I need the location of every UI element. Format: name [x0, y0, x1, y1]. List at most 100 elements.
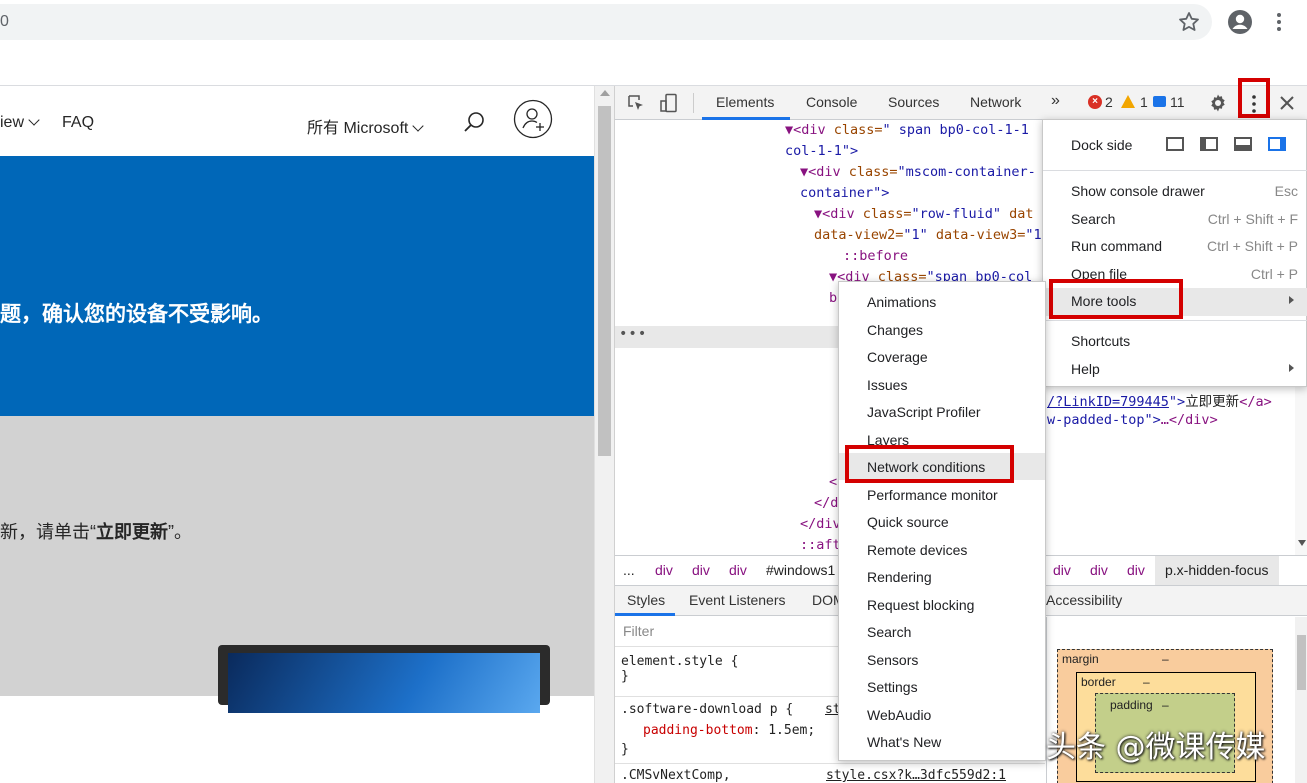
tab-elements[interactable]: Elements — [716, 94, 774, 110]
submenu-item-label: Request blocking — [867, 597, 975, 613]
page-scrollbar[interactable] — [594, 86, 614, 783]
submenu-item-animations[interactable]: Animations — [839, 289, 1045, 316]
css-rule-element-style[interactable]: element.style { } — [621, 654, 738, 684]
info-count[interactable]: 11 — [1170, 94, 1185, 110]
page-scroll-thumb[interactable] — [598, 106, 611, 456]
account-icon[interactable] — [1227, 9, 1253, 35]
tree-node[interactable]: w-padded-top">…</div> — [1047, 412, 1218, 428]
css-rule-divider — [615, 763, 1045, 764]
menu-item-run-command[interactable]: Run command Ctrl + Shift + P — [1043, 233, 1307, 260]
breadcrumb-item[interactable]: div — [692, 562, 710, 578]
dock-undock-icon[interactable] — [1166, 137, 1184, 151]
submenu-item-performance-monitor[interactable]: Performance monitor — [839, 482, 1045, 509]
box-model-margin-value[interactable]: – — [1162, 652, 1169, 666]
tree-pseudo-before[interactable]: ::before — [843, 248, 908, 264]
submenu-item-settings[interactable]: Settings — [839, 674, 1045, 701]
tree-node-cont[interactable]: col-1-1"> — [785, 143, 858, 159]
address-text[interactable]: 0 — [0, 13, 9, 31]
submenu-arrow-icon — [1289, 296, 1294, 304]
tree-link-node[interactable]: /?LinkID=799445">立即更新</a> — [1047, 390, 1272, 410]
tab-accessibility[interactable]: Accessibility — [1046, 592, 1122, 608]
breadcrumb-item[interactable]: div — [1090, 562, 1108, 578]
breadcrumb-item[interactable]: div — [729, 562, 747, 578]
tree-link[interactable]: /?LinkID=799445 — [1047, 394, 1169, 410]
submenu-item-request-blocking[interactable]: Request blocking — [839, 592, 1045, 619]
search-icon[interactable] — [462, 110, 486, 134]
submenu-item-label: Coverage — [867, 349, 928, 365]
warning-count[interactable]: 1 — [1140, 94, 1148, 110]
more-tools-submenu: Animations Changes Coverage Issues JavaS… — [838, 281, 1046, 761]
submenu-item-changes[interactable]: Changes — [839, 317, 1045, 344]
submenu-item-coverage[interactable]: Coverage — [839, 344, 1045, 371]
menu-item-label: Search — [1071, 211, 1116, 227]
tree-close-tag[interactable]: </div — [800, 516, 841, 532]
device-toolbar-icon[interactable] — [659, 93, 679, 113]
submenu-item-webaudio[interactable]: WebAudio — [839, 702, 1045, 729]
more-tabs-button[interactable]: » — [1051, 92, 1060, 110]
tab-sources[interactable]: Sources — [888, 94, 939, 110]
submenu-item-issues[interactable]: Issues — [839, 372, 1045, 399]
tree-close-tag[interactable]: < — [829, 474, 837, 490]
tree-node-cont[interactable]: b — [829, 290, 837, 306]
menu-item-show-console-drawer[interactable]: Show console drawer Esc — [1043, 178, 1307, 205]
tree-pseudo-after[interactable]: ::aft — [800, 537, 841, 553]
menu-item-search[interactable]: Search Ctrl + Shift + F — [1043, 206, 1307, 233]
submenu-item-search[interactable]: Search — [839, 619, 1045, 646]
message-icon[interactable] — [1153, 96, 1166, 107]
breadcrumb-selected[interactable]: p.x-hidden-focus — [1155, 556, 1279, 585]
address-bar[interactable]: 0 — [0, 4, 1212, 40]
submenu-item-remote-devices[interactable]: Remote devices — [839, 537, 1045, 564]
close-icon[interactable] — [1279, 95, 1295, 111]
scroll-down-arrow-icon[interactable] — [1298, 540, 1306, 546]
gear-icon[interactable] — [1208, 93, 1228, 113]
box-model-padding-value[interactable]: – — [1162, 698, 1169, 712]
scroll-up-arrow-icon[interactable] — [600, 90, 610, 96]
styles-scrollbar[interactable] — [1295, 617, 1307, 783]
star-icon[interactable] — [1177, 10, 1201, 34]
breadcrumb-item[interactable]: div — [1053, 562, 1071, 578]
dock-left-icon[interactable] — [1200, 137, 1218, 151]
tree-node[interactable]: ▼<div class="row-fluid" dat — [814, 206, 1033, 222]
submenu-item-quick-source[interactable]: Quick source — [839, 509, 1045, 536]
css-declaration[interactable]: padding-bottom: 1.5em; — [643, 723, 815, 738]
css-rule-end: } — [621, 742, 629, 757]
breadcrumb-item[interactable]: div — [655, 562, 673, 578]
tab-console[interactable]: Console — [806, 94, 857, 110]
submenu-item-rendering[interactable]: Rendering — [839, 564, 1045, 591]
tree-node-cont[interactable]: container"> — [800, 185, 889, 201]
warning-icon[interactable] — [1121, 95, 1135, 108]
nav-overview[interactable]: iew — [0, 114, 40, 132]
submenu-item-javascript-profiler[interactable]: JavaScript Profiler — [839, 399, 1045, 426]
menu-item-shortcuts[interactable]: Shortcuts — [1043, 328, 1307, 355]
tab-network[interactable]: Network — [970, 94, 1021, 110]
styles-filter-input[interactable]: Filter — [623, 623, 654, 639]
css-rule-selector[interactable]: .software-download p { — [621, 702, 793, 717]
sign-in-avatar-icon[interactable] — [513, 99, 553, 139]
more-actions-dots[interactable]: ••• — [619, 326, 647, 342]
tab-event-listeners[interactable]: Event Listeners — [689, 592, 786, 608]
tree-node[interactable]: ▼<div class=" span bp0-col-1-1 — [785, 122, 1029, 138]
inspect-element-icon[interactable] — [627, 94, 645, 112]
styles-scroll-thumb[interactable] — [1297, 635, 1306, 690]
css-rule-selector[interactable]: .CMSvNextComp, — [621, 768, 731, 783]
nav-all-microsoft[interactable]: 所有 Microsoft — [307, 114, 425, 138]
nav-faq[interactable]: FAQ — [62, 114, 94, 132]
submenu-item-label: Performance monitor — [867, 487, 998, 503]
tab-styles[interactable]: Styles — [627, 592, 665, 608]
menu-item-help[interactable]: Help — [1043, 356, 1307, 383]
tree-node-cont[interactable]: data-view2="1" data-view3="1 — [814, 227, 1042, 243]
chrome-menu-icon[interactable] — [1270, 10, 1288, 34]
breadcrumb-item[interactable]: #windows1 — [766, 562, 835, 578]
error-icon[interactable]: × — [1088, 95, 1102, 109]
error-count[interactable]: 2 — [1105, 94, 1113, 110]
tree-node[interactable]: ▼<div class="mscom-container- — [800, 164, 1036, 180]
breadcrumb-item[interactable]: div — [1127, 562, 1145, 578]
submenu-item-sensors[interactable]: Sensors — [839, 647, 1045, 674]
dock-right-icon[interactable] — [1268, 137, 1286, 151]
tree-close-tag[interactable]: </d — [814, 495, 838, 511]
breadcrumb-ellipsis[interactable]: ... — [623, 562, 635, 578]
submenu-item-whats-new[interactable]: What's New — [839, 729, 1045, 756]
dock-bottom-icon[interactable] — [1234, 137, 1252, 151]
css-source-link[interactable]: style.csx?k…3dfc559d2:1 — [826, 768, 1006, 783]
box-model-border-value[interactable]: – — [1143, 675, 1150, 689]
